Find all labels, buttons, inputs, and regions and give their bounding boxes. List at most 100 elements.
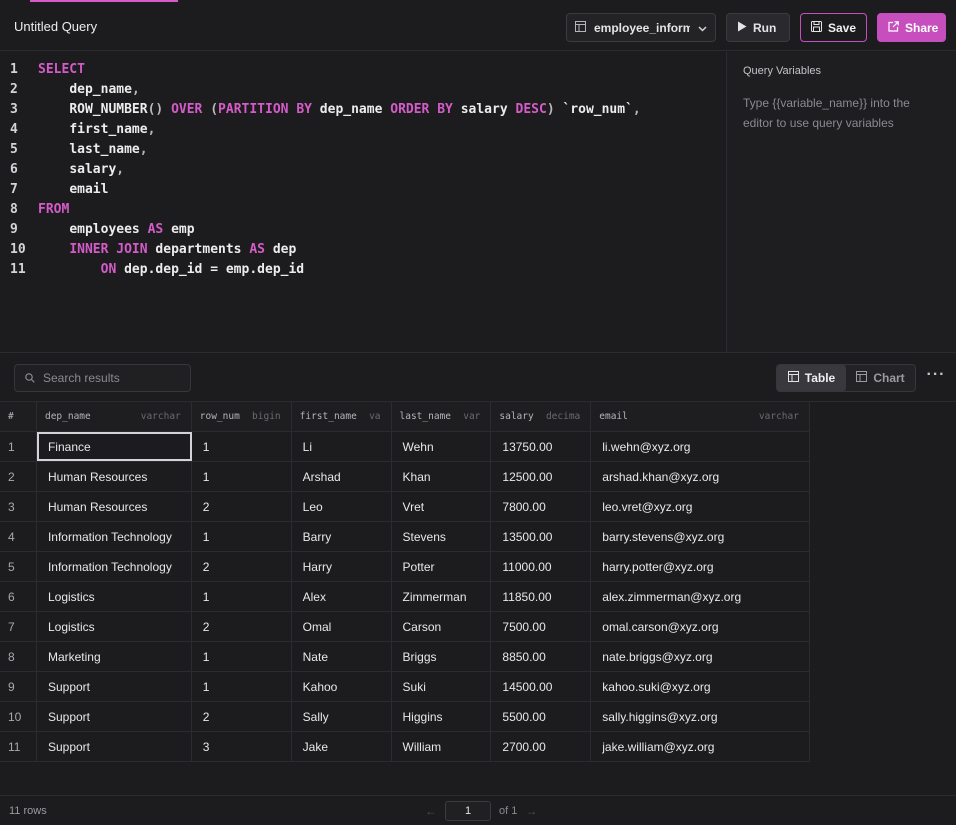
table-cell[interactable]: Jake [292,732,392,761]
sql-editor[interactable]: 1 SELECT 2 dep_name, 3 ROW_NUMBER() OVER (P… [0,52,726,352]
code-line[interactable]: 3 ROW_NUMBER() OVER (PARTITION BY dep_na… [0,100,726,120]
table-cell[interactable]: jake.william@xyz.org [591,732,809,761]
table-cell[interactable]: Khan [392,462,492,491]
page-number-input[interactable] [445,801,491,821]
table-cell[interactable]: Support [37,672,192,701]
table-cell[interactable]: 2 [192,492,292,521]
table-cell[interactable]: Sally [292,702,392,731]
share-button[interactable]: Share [877,13,946,42]
table-row[interactable]: 6 Logistics 1 Alex Zimmerman 11850.00 alex.zim… [0,582,809,612]
table-cell[interactable]: 2 [192,552,292,581]
table-cell[interactable]: Information Technology [37,552,192,581]
table-cell[interactable]: Vret [392,492,492,521]
table-cell[interactable]: Potter [392,552,492,581]
table-cell[interactable]: 2 [192,702,292,731]
table-row[interactable]: 1 Finance 1 Li Wehn 13750.00 li.wehn@xyz.org [0,432,809,462]
table-cell[interactable]: kahoo.suki@xyz.org [591,672,809,701]
table-cell[interactable]: 8850.00 [491,642,592,671]
table-view-button[interactable]: Table [777,365,846,391]
table-row[interactable]: 4 Information Technology 1 Barry Stevens 1350… [0,522,809,552]
table-cell[interactable]: Arshad [292,462,392,491]
table-cell[interactable]: harry.potter@xyz.org [591,552,809,581]
table-cell[interactable]: 5500.00 [491,702,592,731]
chart-view-button[interactable]: Chart [846,365,915,391]
table-cell[interactable]: 11850.00 [491,582,592,611]
table-cell[interactable]: sally.higgins@xyz.org [591,702,809,731]
database-select[interactable]: employee_inform... [566,13,716,42]
code-line[interactable]: 11 ON dep.dep_id = emp.dep_id [0,260,726,280]
code-line[interactable]: 7 email [0,180,726,200]
column-header[interactable]: # [0,402,37,431]
table-cell[interactable]: omal.carson@xyz.org [591,612,809,641]
table-cell[interactable]: 1 [192,432,292,461]
table-cell[interactable]: Support [37,702,192,731]
table-cell[interactable]: Harry [292,552,392,581]
table-cell[interactable]: 7500.00 [491,612,592,641]
table-cell[interactable]: Stevens [392,522,492,551]
table-cell[interactable]: Information Technology [37,522,192,551]
table-row[interactable]: 7 Logistics 2 Omal Carson 7500.00 omal.carson@… [0,612,809,642]
table-cell[interactable]: 1 [192,582,292,611]
table-cell[interactable]: Human Resources [37,492,192,521]
table-cell[interactable]: Nate [292,642,392,671]
table-cell[interactable]: 7800.00 [491,492,592,521]
table-cell[interactable]: leo.vret@xyz.org [591,492,809,521]
code-line[interactable]: 8 FROM [0,200,726,220]
search-results-box[interactable] [14,364,191,392]
table-cell[interactable]: Omal [292,612,392,641]
table-cell[interactable]: li.wehn@xyz.org [591,432,809,461]
table-row[interactable]: 3 Human Resources 2 Leo Vret 7800.00 leo.vret@… [0,492,809,522]
table-cell[interactable]: Logistics [37,612,192,641]
arrow-left-icon[interactable]: ← [425,804,437,818]
table-cell[interactable]: 12500.00 [491,462,592,491]
table-cell[interactable]: 1 [192,672,292,701]
code-line[interactable]: 10 INNER JOIN departments AS dep [0,240,726,260]
table-cell[interactable]: 14500.00 [491,672,592,701]
table-cell[interactable]: Finance [36,432,192,461]
table-cell[interactable]: Marketing [37,642,192,671]
table-cell[interactable]: Higgins [392,702,492,731]
run-button[interactable]: Run [726,13,790,42]
table-cell[interactable]: 3 [192,732,292,761]
column-header[interactable]: row_num bigin [192,402,292,431]
table-cell[interactable]: Human Resources [37,462,192,491]
table-cell[interactable]: arshad.khan@xyz.org [591,462,809,491]
table-cell[interactable]: Logistics [37,582,192,611]
save-button[interactable]: Save [800,13,867,42]
table-cell[interactable]: barry.stevens@xyz.org [591,522,809,551]
column-header[interactable]: dep_name varchar [37,402,192,431]
table-cell[interactable]: Alex [292,582,392,611]
table-cell[interactable]: alex.zimmerman@xyz.org [591,582,809,611]
table-cell[interactable]: Barry [292,522,392,551]
table-cell[interactable]: William [392,732,492,761]
column-header[interactable]: email varchar [591,402,809,431]
code-line[interactable]: 1 SELECT [0,60,726,80]
table-row[interactable]: 2 Human Resources 1 Arshad Khan 12500.00 arsha… [0,462,809,492]
table-cell[interactable]: 1 [192,642,292,671]
code-line[interactable]: 4 first_name, [0,120,726,140]
code-line[interactable]: 5 last_name, [0,140,726,160]
table-cell[interactable]: Li [292,432,392,461]
more-icon[interactable]: ··· [926,367,946,387]
table-row[interactable]: 9 Support 1 Kahoo Suki 14500.00 kahoo.suki@xyz… [0,672,809,702]
column-header[interactable]: first_name va [292,402,392,431]
table-cell[interactable]: Leo [292,492,392,521]
table-cell[interactable]: 11000.00 [491,552,592,581]
table-cell[interactable]: Kahoo [292,672,392,701]
table-cell[interactable]: 2700.00 [491,732,592,761]
table-row[interactable]: 5 Information Technology 2 Harry Potter 11000… [0,552,809,582]
table-cell[interactable]: 1 [192,462,292,491]
arrow-right-icon[interactable]: → [525,804,537,818]
table-cell[interactable]: 2 [192,612,292,641]
table-cell[interactable]: Wehn [392,432,492,461]
code-line[interactable]: 9 employees AS emp [0,220,726,240]
table-cell[interactable]: 13500.00 [491,522,592,551]
table-row[interactable]: 10 Support 2 Sally Higgins 5500.00 sally.higgi… [0,702,809,732]
column-header[interactable]: salary decima [491,402,592,431]
table-cell[interactable]: Support [37,732,192,761]
table-row[interactable]: 8 Marketing 1 Nate Briggs 8850.00 nate.briggs@… [0,642,809,672]
table-cell[interactable]: 13750.00 [491,432,592,461]
code-line[interactable]: 2 dep_name, [0,80,726,100]
query-title[interactable]: Untitled Query [14,19,97,34]
table-cell[interactable]: nate.briggs@xyz.org [591,642,809,671]
